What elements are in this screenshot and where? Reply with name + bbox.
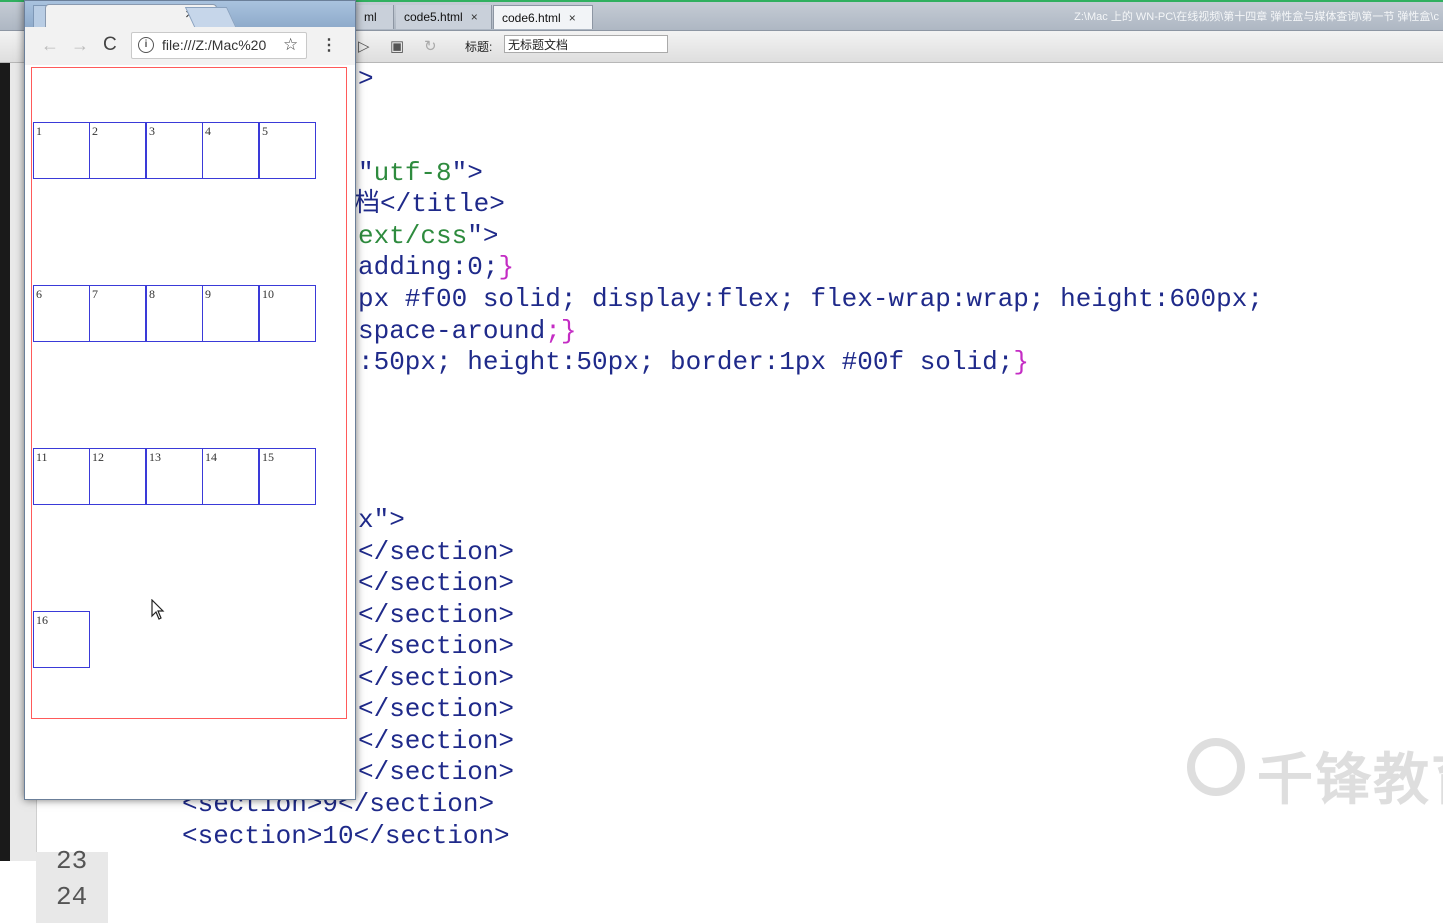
flex-section: 5 — [259, 122, 316, 179]
flex-section: 8 — [146, 285, 203, 342]
flex-section: 3 — [146, 122, 203, 179]
code-line: </section> — [358, 600, 515, 630]
flex-section: 13 — [146, 448, 203, 505]
line-number: 24 — [56, 882, 88, 912]
browser-tab-strip: × — [25, 1, 355, 29]
watermark-text: 千锋教育 — [1257, 748, 1443, 811]
flex-section: 11 — [33, 448, 90, 505]
code-line: </section> — [358, 631, 515, 661]
document-title-input[interactable]: 无标题文档 — [504, 35, 668, 53]
refresh-design-icon[interactable]: ↻ — [424, 37, 437, 55]
code-line: 档</title> — [354, 189, 505, 219]
tab-label: code5.html — [404, 10, 463, 24]
flex-section: 14 — [202, 448, 259, 505]
validate-icon[interactable]: ▣ — [390, 37, 404, 55]
tab-label: code6.html — [502, 11, 561, 25]
tab-partial-html[interactable]: ml — [356, 5, 394, 29]
code-line: </section> — [358, 537, 515, 567]
reload-icon[interactable]: C — [103, 34, 117, 56]
tab-code6[interactable]: code6.html × — [493, 5, 593, 29]
line-number: 23 — [56, 846, 88, 876]
forward-arrow-icon[interactable]: → — [71, 35, 89, 56]
bookmark-star-icon[interactable]: ☆ — [283, 35, 298, 55]
flex-container: 1 2 3 4 5 6 7 8 9 10 11 12 13 14 15 16 — [31, 67, 347, 719]
flex-section: 6 — [33, 285, 90, 342]
file-path: Z:\Mac 上的 WN-PC\在线视频\第十四章 弹性盒与媒体查询\第一节 弹… — [1074, 11, 1439, 23]
tab-close-icon[interactable]: × — [569, 11, 576, 25]
info-icon[interactable]: i — [138, 37, 154, 53]
watermark: 千锋教育 — [1187, 735, 1443, 816]
flex-section: 2 — [89, 122, 146, 179]
code-line: </section> — [358, 568, 515, 598]
code-line: </section> — [358, 757, 515, 787]
tab-close-icon[interactable]: × — [471, 10, 478, 24]
code-line: x"> — [358, 505, 405, 535]
back-arrow-icon[interactable]: ← — [41, 35, 59, 56]
code-line: </section> — [358, 726, 515, 756]
flex-section: 1 — [33, 122, 90, 179]
flex-section: 4 — [202, 122, 259, 179]
line-number-gutter: 23 24 — [36, 846, 108, 923]
page-viewport: 1 2 3 4 5 6 7 8 9 10 11 12 13 14 15 16 — [25, 65, 355, 799]
code-line: adding:0;} — [358, 252, 515, 282]
code-line: </section> — [358, 663, 515, 693]
url-text[interactable]: file:///Z:/Mac%20 — [162, 37, 266, 53]
tab-code5[interactable]: code5.html × — [396, 5, 492, 29]
new-tab-button[interactable] — [184, 7, 238, 29]
title-label: 标题: — [465, 40, 493, 54]
flex-section: 16 — [33, 611, 90, 668]
flex-section: 12 — [89, 448, 146, 505]
code-line: :50px; height:50px; border:1px #00f soli… — [358, 347, 1029, 377]
code-line: "utf-8"> — [358, 158, 483, 188]
multiscreen-icon[interactable]: ▷ — [358, 37, 370, 55]
mouse-pointer-icon — [151, 599, 165, 620]
code-line: <section>10</section> — [182, 821, 510, 851]
address-bar[interactable]: i file:///Z:/Mac%20 ☆ — [131, 32, 307, 59]
code-line: ext/css"> — [358, 221, 499, 251]
code-line: px #f00 solid; display:flex; flex-wrap:w… — [358, 284, 1263, 314]
code-line: </section> — [358, 694, 515, 724]
flex-section: 9 — [202, 285, 259, 342]
browser-toolbar: ← → C i file:///Z:/Mac%20 ☆ ⋮ — [25, 27, 355, 66]
tab-label: ml — [364, 10, 377, 24]
flex-section: 15 — [259, 448, 316, 505]
browser-window: × ← → C i file:///Z:/Mac%20 ☆ ⋮ 1 2 3 4 … — [24, 0, 356, 800]
menu-kebab-icon[interactable]: ⋮ — [321, 35, 337, 55]
flex-section: 10 — [259, 285, 316, 342]
code-line: > — [358, 64, 374, 94]
code-line: space-around;} — [358, 316, 577, 346]
flex-section: 7 — [89, 285, 146, 342]
